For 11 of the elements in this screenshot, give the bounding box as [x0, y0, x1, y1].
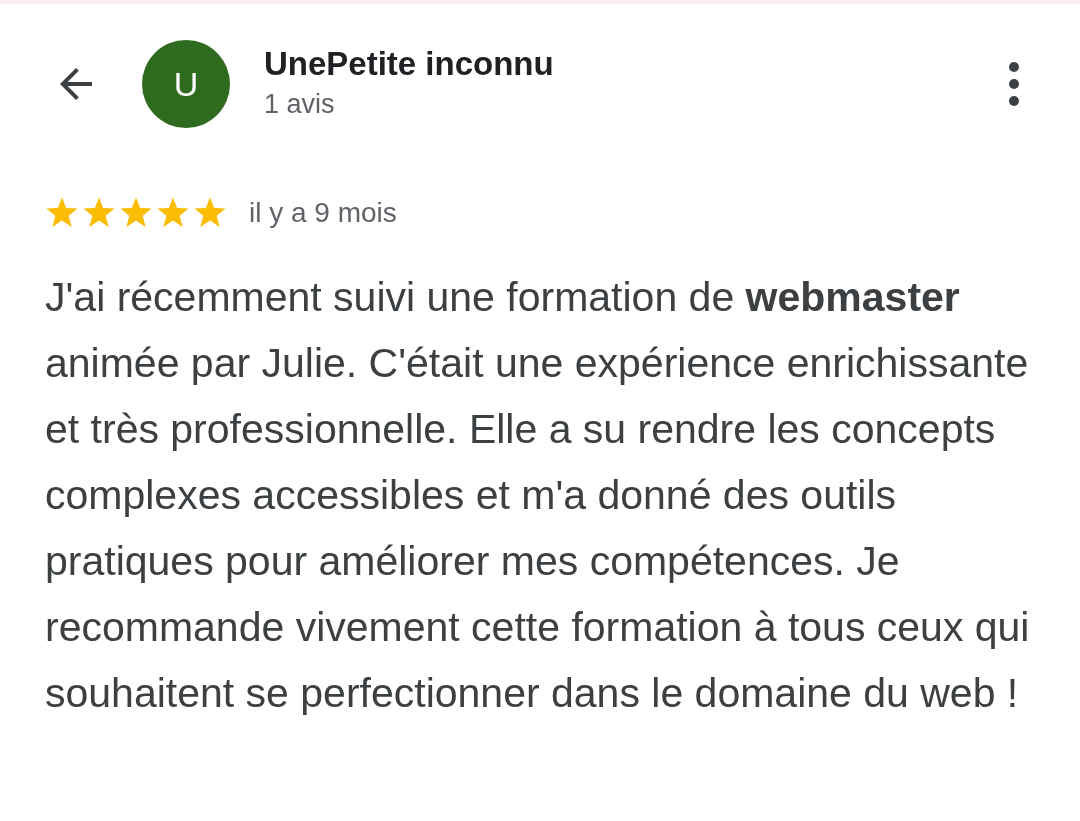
- review-count: 1 avis: [264, 88, 336, 121]
- avatar: U: [142, 40, 230, 128]
- star-icon: [119, 196, 153, 230]
- star-icon: [45, 196, 79, 230]
- star-icon: [193, 196, 227, 230]
- more-options-icon[interactable]: [1008, 61, 1020, 107]
- star-icon: [82, 196, 116, 230]
- reviewer-name: UnePetite inconnu: [264, 44, 555, 84]
- review-text: J'ai récemment suivi une formation de webmaster animée par Julie. C'était une expérience enrichissante et très professionnelle. Elle a su rendre les concepts complexes accessibles et m'a donné des outils pratiques pour améliorer mes compétences. Je recommande vivement cette formation à tous ceux qui souhaitent se perfectionner dans le domaine du web !: [45, 273, 1031, 718]
- star-icon: [156, 196, 190, 230]
- review-time: il y a 9 mois: [249, 196, 397, 230]
